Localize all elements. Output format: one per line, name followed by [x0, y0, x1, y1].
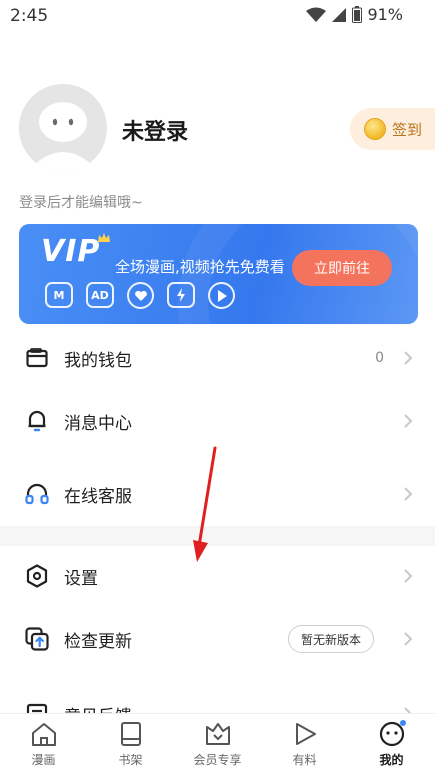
play-icon	[295, 723, 316, 745]
checkin-button[interactable]: 签到	[350, 108, 435, 150]
vip-banner[interactable]: VIP 全场漫画,视频抢先免费看 立即前往 M AD	[19, 224, 418, 324]
vip-crown-icon	[205, 723, 230, 745]
battery-icon	[352, 6, 363, 23]
tab-vip-exclusive[interactable]: 会员专享	[174, 714, 261, 773]
chevron-right-icon	[404, 632, 413, 646]
signal-icon	[332, 7, 347, 22]
wallet-balance: 0	[375, 350, 384, 366]
home-icon	[31, 723, 56, 746]
settings-label: 设置	[64, 568, 98, 589]
wallet-icon	[25, 346, 49, 370]
chevron-right-icon	[404, 487, 413, 501]
tab-label: 书架	[118, 753, 143, 767]
wifi-icon	[306, 7, 327, 22]
vip-go-button[interactable]: 立即前往	[292, 250, 392, 286]
crown-icon	[98, 233, 110, 242]
update-status-badge: 暂无新版本	[287, 625, 374, 653]
avatar[interactable]	[19, 84, 107, 172]
tab-label: 会员专享	[193, 753, 242, 767]
tab-label: 有料	[292, 753, 317, 767]
menu-item-wallet[interactable]: 我的钱包 0	[0, 330, 435, 386]
tab-label: 漫画	[31, 753, 56, 767]
support-label: 在线客服	[64, 486, 132, 507]
bottom-tab-bar: 漫画 书架 会员专享 有料 我的	[0, 713, 435, 773]
coin-icon	[364, 118, 386, 140]
vip-logo: VIP	[41, 234, 101, 269]
status-time: 2:45	[10, 6, 49, 26]
comic-m-icon: M	[45, 282, 73, 308]
chevron-right-icon	[404, 351, 413, 365]
wallet-label: 我的钱包	[64, 350, 132, 371]
chevron-right-icon	[404, 569, 413, 583]
settings-hexagon-icon	[25, 564, 49, 588]
tab-mine[interactable]: 我的	[348, 714, 435, 773]
annotation-arrow	[193, 446, 217, 562]
battery-percent: 91%	[367, 5, 403, 24]
no-ads-icon: AD	[86, 282, 114, 308]
status-icons: 91%	[306, 5, 403, 24]
tab-label: 我的	[379, 753, 404, 767]
login-hint: 登录后才能编辑哦~	[19, 195, 143, 211]
username[interactable]: 未登录	[122, 114, 188, 146]
headset-icon	[25, 482, 49, 506]
checkin-label: 签到	[392, 120, 423, 139]
vip-slogan: 全场漫画,视频抢先免费看	[115, 258, 285, 276]
heart-icon	[127, 282, 154, 309]
chevron-right-icon	[404, 414, 413, 428]
notification-dot	[399, 720, 406, 726]
default-avatar-icon	[19, 84, 107, 172]
bookshelf-icon	[120, 722, 141, 746]
bell-icon	[25, 409, 49, 433]
update-icon	[25, 627, 49, 651]
tab-youliao[interactable]: 有料	[261, 714, 348, 773]
vip-benefit-icons: M AD	[45, 282, 235, 309]
tab-bookshelf[interactable]: 书架	[87, 714, 174, 773]
menu-item-messages[interactable]: 消息中心	[0, 393, 435, 449]
update-label: 检查更新	[64, 631, 132, 652]
bolt-bag-icon	[167, 282, 195, 308]
play-circle-icon	[208, 282, 235, 309]
messages-label: 消息中心	[64, 413, 132, 434]
status-bar: 2:45 91%	[0, 0, 435, 32]
tab-comics[interactable]: 漫画	[0, 714, 87, 773]
menu-item-update[interactable]: 检查更新 暂无新版本	[0, 611, 435, 667]
